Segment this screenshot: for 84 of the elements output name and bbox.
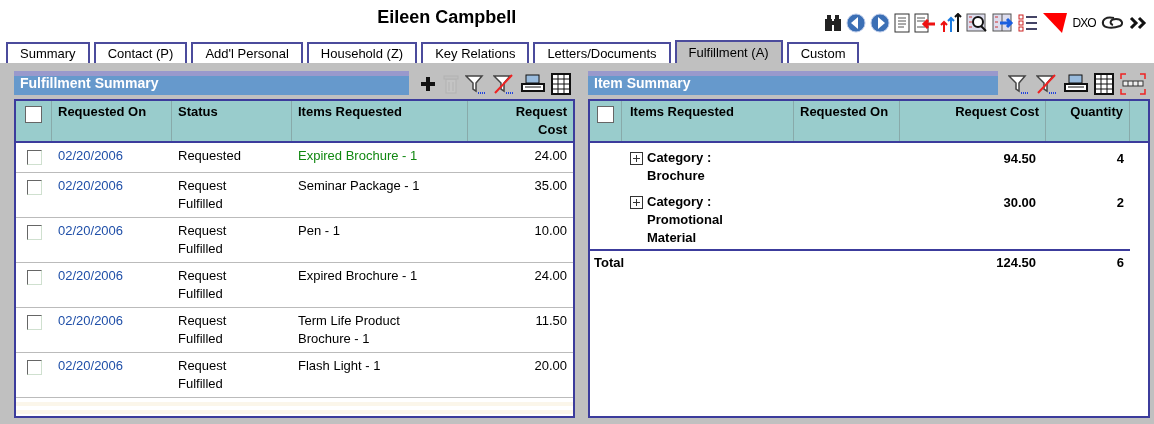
checkbox[interactable] (26, 360, 42, 375)
date-link[interactable]: 02/20/2006 (58, 178, 124, 193)
grid-icon[interactable] (1094, 73, 1114, 95)
status-text: Request Fulfilled (178, 222, 228, 258)
cost-text: 11.50 (535, 313, 567, 328)
total-label: Total (594, 255, 625, 270)
status-text: Request Fulfilled (178, 267, 228, 303)
tab[interactable]: Key Relations (421, 42, 530, 63)
status-text: Request Fulfilled (178, 312, 228, 348)
expand-toggle-icon[interactable] (630, 152, 643, 165)
checkbox[interactable] (26, 150, 42, 165)
date-link[interactable]: 02/20/2006 (58, 358, 124, 373)
column-header[interactable]: Quantity (1046, 101, 1130, 141)
total-quantity: 6 (1116, 255, 1124, 270)
loop-icon[interactable] (1099, 15, 1124, 31)
status-text: Request Fulfilled (178, 357, 228, 393)
tab[interactable]: Custom (786, 42, 860, 63)
tab[interactable]: Household (Z) (306, 42, 418, 63)
binoculars-icon[interactable] (824, 14, 843, 32)
checkbox[interactable] (26, 225, 42, 240)
flag-icon[interactable] (1042, 12, 1069, 34)
cost-text: 10.00 (534, 223, 567, 238)
cost-text: 20.00 (534, 358, 567, 373)
status-text: Requested (178, 147, 242, 165)
column-header[interactable]: Request Cost (468, 101, 573, 141)
category-text: Category : Promotional Material (647, 193, 724, 247)
forward-icon[interactable] (870, 13, 891, 33)
item-text: Seminar Package - 1 (298, 177, 420, 195)
category-text: Category : Brochure (647, 149, 713, 185)
checkbox[interactable] (26, 180, 42, 195)
checkbox[interactable] (597, 106, 614, 123)
panel-title: Fulfillment Summary (14, 71, 409, 95)
item-text: Expired Brochure - 1 (298, 147, 418, 165)
window-title: Eileen Campbell (377, 8, 517, 26)
date-link[interactable]: 02/20/2006 (58, 313, 124, 328)
document-icon[interactable] (894, 13, 911, 33)
cost-text: 24.00 (534, 148, 567, 163)
quantity-text: 2 (1116, 195, 1124, 210)
item-text: Flash Light - 1 (298, 357, 381, 375)
grid-icon[interactable] (551, 73, 571, 95)
filter-icon[interactable] (1008, 74, 1030, 94)
date-link[interactable]: 02/20/2006 (58, 223, 124, 238)
cost-text: 94.50 (1003, 151, 1036, 166)
dxo-button[interactable]: DXO (1072, 14, 1096, 32)
column-header[interactable]: Items Requested (292, 101, 468, 141)
magnifier-list-icon[interactable] (966, 13, 989, 33)
filter-icon[interactable] (465, 74, 487, 94)
back-icon[interactable] (846, 13, 867, 33)
column-header[interactable]: Requested On (52, 101, 172, 141)
tab[interactable]: Add'l Personal (191, 42, 303, 63)
total-cost: 124.50 (996, 255, 1036, 270)
expand-toggle-icon[interactable] (630, 196, 643, 209)
checkbox[interactable] (26, 315, 42, 330)
column-header[interactable]: Requested On (794, 101, 900, 141)
date-link[interactable]: 02/20/2006 (58, 148, 124, 163)
column-header[interactable]: Items Requested (622, 101, 794, 141)
cost-text: 24.00 (534, 268, 567, 283)
cost-text: 30.00 (1003, 195, 1036, 210)
tab[interactable]: Summary (6, 42, 90, 63)
document-arrow-icon[interactable] (914, 13, 937, 33)
add-icon[interactable] (419, 75, 437, 93)
checkbox[interactable] (26, 270, 42, 285)
expand-icon[interactable] (1120, 73, 1146, 95)
chevrons-icon[interactable] (1127, 15, 1148, 31)
item-text: Expired Brochure - 1 (298, 267, 418, 285)
print-icon[interactable] (1064, 74, 1088, 94)
column-header[interactable]: Request Cost (900, 101, 1046, 141)
item-text: Pen - 1 (298, 222, 340, 240)
tab[interactable]: Fulfillment (A) (674, 40, 783, 63)
checklist-icon[interactable] (1018, 13, 1039, 33)
status-text: Request Fulfilled (178, 177, 228, 213)
panel-title: Item Summary (588, 71, 998, 95)
tab[interactable]: Contact (P) (93, 42, 188, 63)
quantity-text: 4 (1116, 151, 1124, 166)
tab[interactable]: Letters/Documents (533, 42, 671, 63)
checkbox[interactable] (25, 106, 42, 123)
item-text: Term Life Product Brochure - 1 (298, 312, 401, 348)
column-header[interactable]: Status (172, 101, 292, 141)
date-link[interactable]: 02/20/2006 (58, 268, 124, 283)
cost-text: 35.00 (534, 178, 567, 193)
clear-filter-icon[interactable] (1036, 74, 1058, 94)
sort-arrows-icon[interactable] (940, 13, 963, 33)
clear-filter-icon[interactable] (493, 74, 515, 94)
print-icon[interactable] (521, 74, 545, 94)
